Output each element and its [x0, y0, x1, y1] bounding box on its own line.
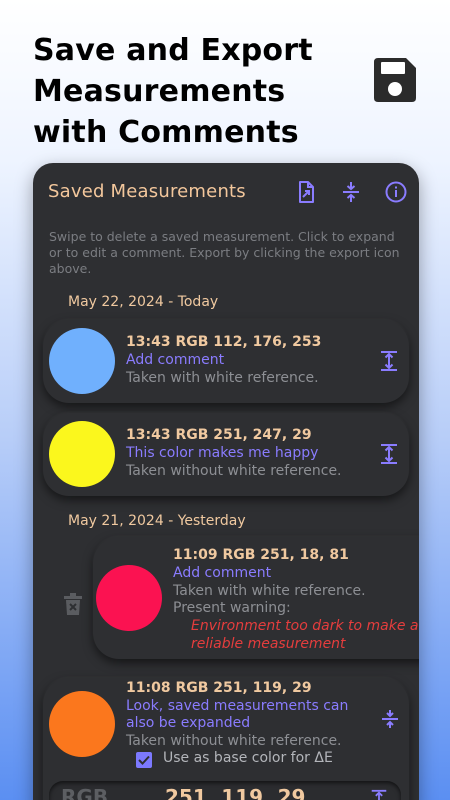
headline: Save and Export Measurements with Commen…	[33, 33, 313, 150]
collapse-icon[interactable]	[379, 708, 401, 730]
warning-label: Present warning:	[173, 600, 291, 616]
base-color-checkbox[interactable]	[136, 752, 152, 768]
collapse-all-icon[interactable]	[339, 180, 363, 204]
measurement-header: 13:43 RGB 251, 247, 29	[126, 427, 312, 443]
color-swatch	[49, 328, 115, 394]
rgb-value-bar: RGB 251, 119, 29	[49, 781, 401, 800]
saved-measurements-panel: Saved Measurements Swipe to delete a sav…	[33, 163, 419, 800]
color-swatch	[96, 565, 162, 631]
reference-text: Taken without white reference.	[126, 733, 342, 749]
date-header-yesterday: May 21, 2024 - Yesterday	[68, 513, 246, 529]
measurement-card[interactable]: 13:43 RGB 112, 176, 253 Add comment Take…	[43, 320, 409, 403]
expand-icon[interactable]	[369, 789, 389, 800]
reference-text: Taken with white reference.	[173, 583, 366, 599]
panel-title: Saved Measurements	[48, 181, 246, 202]
warning-text: Environment too dark to make a reliable …	[191, 618, 419, 652]
reference-text: Taken without white reference.	[126, 463, 342, 479]
measurement-card-swiped[interactable]: 11:09 RGB 251, 18, 81 Add comment Taken …	[93, 537, 419, 659]
rgb-value: 251, 119, 29	[165, 785, 306, 800]
expand-icon[interactable]	[378, 443, 400, 465]
trash-icon[interactable]	[63, 593, 83, 615]
color-swatch	[49, 691, 115, 757]
panel-header: Saved Measurements	[33, 163, 419, 223]
measurement-card[interactable]: 13:43 RGB 251, 247, 29 This color makes …	[43, 413, 409, 496]
save-icon	[374, 58, 416, 102]
info-icon[interactable]	[384, 180, 408, 204]
comment-text[interactable]: Look, saved measurements can also be exp…	[126, 698, 366, 732]
date-header-today: May 22, 2024 - Today	[68, 294, 219, 310]
measurement-header: 11:08 RGB 251, 119, 29	[126, 680, 312, 696]
measurement-header: 11:09 RGB 251, 18, 81	[173, 547, 349, 563]
check-icon	[138, 755, 150, 765]
rgb-label: RGB	[61, 785, 109, 800]
measurement-header: 13:43 RGB 112, 176, 253	[126, 334, 322, 350]
export-icon[interactable]	[294, 180, 318, 204]
reference-text: Taken with white reference.	[126, 370, 319, 386]
comment-text[interactable]: This color makes me happy	[126, 445, 318, 462]
instructions-text: Swipe to delete a saved measurement. Cli…	[49, 229, 400, 276]
expand-icon[interactable]	[378, 350, 400, 372]
comment-link[interactable]: Add comment	[173, 565, 271, 582]
base-color-label: Use as base color for ΔE	[163, 750, 333, 766]
comment-link[interactable]: Add comment	[126, 352, 224, 369]
color-swatch	[49, 421, 115, 487]
